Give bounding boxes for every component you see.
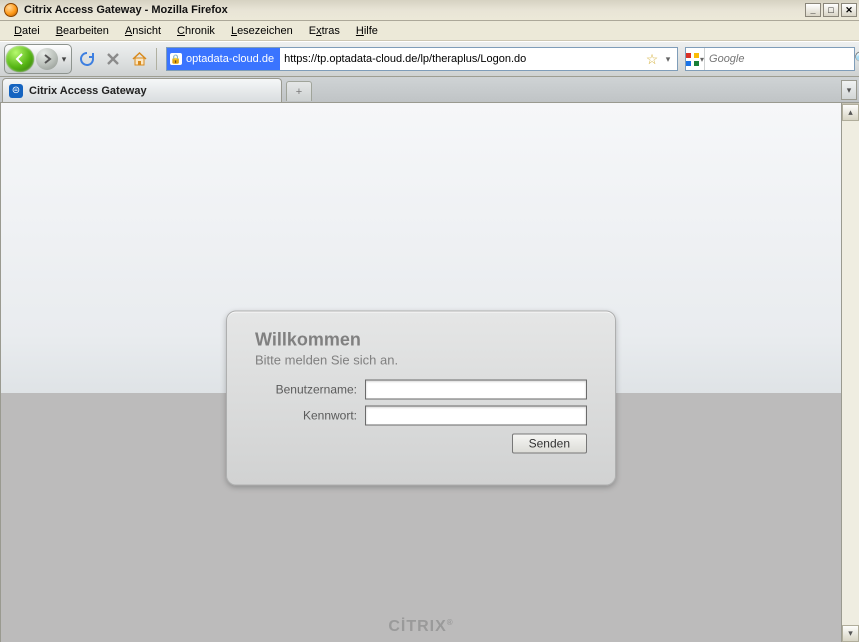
menu-bearbeiten[interactable]: Bearbeiten [48, 21, 117, 40]
login-panel: Willkommen Bitte melden Sie sich an. Ben… [226, 311, 616, 486]
stop-button[interactable] [102, 48, 124, 70]
close-window-button[interactable]: ✕ [841, 3, 857, 17]
forward-button[interactable] [36, 48, 58, 70]
home-button[interactable] [128, 48, 150, 70]
stop-icon [106, 52, 120, 66]
maximize-button[interactable]: □ [823, 3, 839, 17]
search-input[interactable] [705, 48, 854, 70]
url-text: https://tp.optadata-cloud.de/lp/theraplu… [280, 53, 643, 65]
menu-bar: Datei Bearbeiten Ansicht Chronik Lesezei… [0, 21, 859, 41]
home-icon [131, 51, 148, 67]
nav-history-dropdown[interactable]: ▾ [58, 54, 70, 65]
arrow-left-icon [13, 52, 27, 66]
tab-citrix-access-gateway[interactable]: ⊜ Citrix Access Gateway [2, 78, 282, 102]
firefox-icon [4, 3, 18, 17]
reload-icon [79, 51, 95, 67]
tab-favicon: ⊜ [9, 84, 23, 98]
menu-extras[interactable]: Extras [301, 21, 348, 40]
username-input[interactable] [365, 380, 587, 400]
window-title: Citrix Access Gateway - Mozilla Firefox [24, 4, 228, 16]
password-label: Kennwort: [255, 409, 365, 423]
username-label: Benutzername: [255, 383, 365, 397]
separator [156, 48, 157, 70]
login-subheading: Bitte melden Sie sich an. [255, 353, 587, 368]
menu-lesezeichen[interactable]: Lesezeichen [223, 21, 301, 40]
navigation-toolbar: ▾ 🔒 optadata-cloud.de https://tp.optadat… [0, 41, 859, 77]
page-viewport: CİTRIX® Willkommen Bitte melden Sie sich… [0, 103, 842, 642]
menu-hilfe[interactable]: Hilfe [348, 21, 386, 40]
citrix-logo: CİTRIX® [388, 618, 453, 636]
site-domain: optadata-cloud.de [186, 53, 274, 65]
nav-buttons: ▾ [4, 44, 72, 74]
scroll-down-button[interactable]: ▾ [842, 625, 859, 642]
lock-icon: 🔒 [170, 53, 182, 65]
menu-chronik[interactable]: Chronik [169, 21, 223, 40]
bookmark-star-icon[interactable]: ☆ [643, 51, 661, 68]
submit-button[interactable]: Senden [512, 434, 587, 454]
site-identity-badge[interactable]: 🔒 optadata-cloud.de [167, 48, 280, 70]
search-engine-button[interactable]: ▾ [686, 48, 705, 70]
menu-datei[interactable]: Datei [6, 21, 48, 40]
url-bar[interactable]: 🔒 optadata-cloud.de https://tp.optadata-… [166, 47, 678, 71]
scroll-track[interactable] [842, 121, 859, 625]
new-tab-button[interactable]: + [286, 81, 312, 101]
tab-strip: ⊜ Citrix Access Gateway + ▾ [0, 77, 859, 103]
back-button[interactable] [6, 46, 34, 72]
search-go-icon[interactable]: 🔍 [854, 51, 859, 67]
vertical-scrollbar[interactable]: ▴ ▾ [842, 103, 859, 642]
reload-button[interactable] [76, 48, 98, 70]
scroll-up-button[interactable]: ▴ [842, 104, 859, 121]
tabs-menu-button[interactable]: ▾ [841, 80, 857, 100]
search-bar[interactable]: ▾ 🔍 [685, 47, 855, 71]
window-titlebar: Citrix Access Gateway - Mozilla Firefox … [0, 0, 859, 21]
tab-label: Citrix Access Gateway [29, 85, 147, 97]
google-icon [686, 53, 699, 66]
arrow-right-icon [42, 54, 52, 64]
menu-ansicht[interactable]: Ansicht [117, 21, 169, 40]
password-input[interactable] [365, 406, 587, 426]
minimize-button[interactable]: _ [805, 3, 821, 17]
url-dropdown-icon[interactable]: ▾ [661, 54, 675, 65]
login-heading: Willkommen [255, 330, 587, 351]
